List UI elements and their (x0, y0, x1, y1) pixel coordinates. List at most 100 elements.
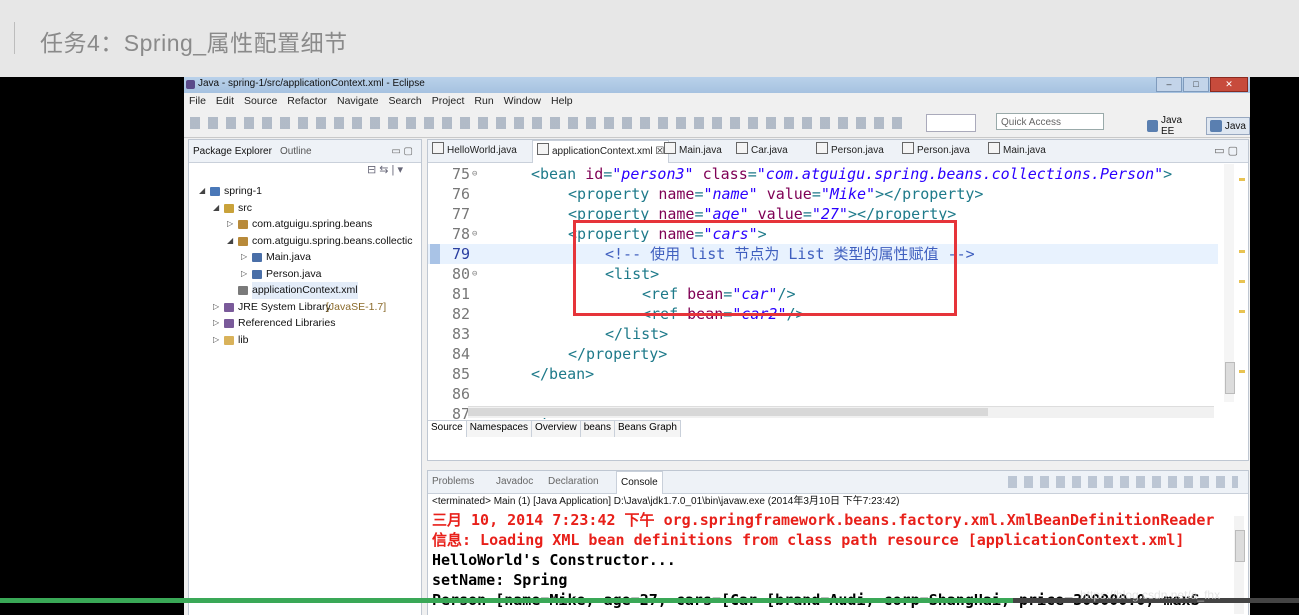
tab-console[interactable]: Console (616, 471, 663, 494)
java-file-icon (902, 142, 914, 154)
line-number: 80 (451, 265, 470, 283)
tab-package-explorer[interactable]: Package Explorer (193, 146, 272, 157)
code-token: /> (777, 285, 796, 303)
code-token: ></property> (875, 185, 984, 203)
code-line: 84 </property> (428, 344, 1218, 364)
code-line: 81 <ref bean="car"/> (428, 284, 1218, 304)
code-token: = (723, 305, 733, 323)
collapsed-arrow-icon[interactable]: ▷ (227, 216, 233, 233)
view-toolbar-icons[interactable]: ⊟ ⇆ | ▾ (189, 163, 421, 183)
perspective-java[interactable]: Java (1205, 117, 1250, 135)
editor-tab[interactable]: Main.java (664, 140, 722, 162)
menu-item-search[interactable]: Search (388, 93, 421, 109)
editor-tab[interactable]: HelloWorld.java (432, 140, 517, 162)
fold-icon[interactable]: ⊖ (472, 224, 477, 244)
eclipse-app-icon (186, 80, 195, 89)
tree-item-label: Main.java (266, 251, 311, 263)
editor-vertical-scrollbar[interactable] (1224, 164, 1235, 402)
menu-item-source[interactable]: Source (244, 93, 277, 109)
tree-item-label: src (238, 201, 252, 214)
main-toolbar: Quick Access Java EE Java (184, 109, 1250, 138)
editor-tab[interactable]: Car.java (736, 140, 788, 162)
close-button[interactable]: ✕ (1210, 77, 1248, 92)
tree-item[interactable]: ◢ src (189, 200, 421, 217)
code-token: id (585, 165, 604, 183)
code-text: </list> (605, 324, 668, 344)
collapsed-arrow-icon[interactable]: ▷ (241, 266, 247, 283)
maximize-button[interactable]: □ (1183, 77, 1209, 92)
menu-item-help[interactable]: Help (551, 93, 573, 109)
editor-page-tab-beans-graph[interactable]: Beans Graph (614, 421, 681, 437)
expanded-arrow-icon[interactable]: ◢ (199, 183, 205, 200)
code-line: 78 ⊖ <property name="cars"> (428, 224, 1218, 244)
xml-editor: ▭ ▢ HelloWorld.java applicationContext.xm… (427, 139, 1249, 461)
code-line: 83 </list> (428, 324, 1218, 344)
editor-tab[interactable]: Person.java (902, 140, 970, 162)
expanded-arrow-icon[interactable]: ◢ (227, 233, 233, 250)
editor-tab-label: Car.java (751, 145, 788, 156)
menu-item-file[interactable]: File (189, 93, 206, 109)
fold-icon[interactable]: ⊖ (472, 264, 477, 284)
tree-item[interactable]: ▷ Main.java (189, 249, 421, 266)
toolbar-icons[interactable] (190, 117, 910, 129)
console-toolbar-icons[interactable] (1008, 476, 1238, 488)
tree-item[interactable]: ◢ com.atguigu.spring.beans.collectic (189, 233, 421, 250)
editor-minmax-icons[interactable]: ▭ ▢ (1214, 144, 1238, 157)
tree-item[interactable]: applicationContext.xml (189, 282, 421, 299)
library-icon (224, 302, 234, 312)
code-token: "car2" (732, 305, 787, 323)
tree-item[interactable]: ▷ lib (189, 332, 421, 349)
menu-item-navigate[interactable]: Navigate (337, 93, 378, 109)
editor-tab-label: applicationContext.xml (552, 146, 653, 157)
close-tab-icon[interactable]: ☒ (653, 146, 664, 157)
collapsed-arrow-icon[interactable]: ▷ (213, 332, 219, 349)
tree-item[interactable]: ▷ Referenced Libraries (189, 315, 421, 332)
code-line: 85 </bean> (428, 364, 1218, 384)
code-line: 82 <ref bean="car2"/> (428, 304, 1218, 324)
collapsed-arrow-icon[interactable]: ▷ (241, 249, 247, 266)
code-text: <list> (605, 264, 659, 284)
line-number: 86 (451, 385, 470, 403)
editor-page-tab-namespaces[interactable]: Namespaces (466, 421, 533, 437)
perspective-java-ee[interactable]: Java EE (1144, 113, 1198, 139)
quick-access-input[interactable]: Quick Access (996, 113, 1104, 130)
tree-item[interactable]: ▷ JRE System Library [JavaSE-1.7] (189, 299, 421, 316)
code-token: "person3" (612, 165, 694, 183)
code-text: </bean> (531, 364, 594, 384)
editor-tab[interactable]: Person.java (816, 140, 884, 162)
collapsed-arrow-icon[interactable]: ▷ (213, 299, 219, 316)
toolbar-combo[interactable] (926, 114, 976, 132)
tree-item[interactable]: ◢ spring-1 (189, 183, 421, 200)
tree-item[interactable]: ▷ com.atguigu.spring.beans (189, 216, 421, 233)
minimize-button[interactable]: – (1156, 77, 1182, 92)
package-explorer: Package Explorer Outline ▭ ▢ ⊟ ⇆ | ▾ ◢ sp… (188, 139, 422, 615)
editor-page-tab-beans[interactable]: beans (580, 421, 615, 437)
code-token: class (702, 165, 748, 183)
collapsed-arrow-icon[interactable]: ▷ (213, 315, 219, 332)
tab-javadoc[interactable]: Javadoc (496, 471, 533, 493)
code-area[interactable]: 75 ⊖ <bean id="person3" class="com.atguigu… (428, 164, 1218, 423)
header-divider (14, 22, 15, 54)
editor-horizontal-scrollbar[interactable] (468, 406, 1214, 418)
editor-tab[interactable]: applicationContext.xml ☒ (532, 140, 670, 163)
menu-item-edit[interactable]: Edit (216, 93, 234, 109)
editor-tab[interactable]: Main.java (988, 140, 1046, 162)
menu-item-window[interactable]: Window (504, 93, 541, 109)
java-file-icon (252, 253, 262, 262)
perspective-icon (1147, 120, 1158, 132)
tab-problems[interactable]: Problems (432, 471, 474, 493)
editor-page-tab-overview[interactable]: Overview (532, 421, 581, 437)
menu-item-run[interactable]: Run (474, 93, 493, 109)
tree-item[interactable]: ▷ Person.java (189, 266, 421, 283)
console-line: 信息: Loading XML bean definitions from cl… (432, 531, 1185, 549)
tab-declaration[interactable]: Declaration (548, 471, 599, 493)
editor-page-tab-source[interactable]: Source (428, 421, 467, 437)
view-minmax-icons[interactable]: ▭ ▢ (391, 146, 413, 157)
menu-item-refactor[interactable]: Refactor (287, 93, 327, 109)
overview-ruler (1238, 170, 1246, 400)
tab-outline[interactable]: Outline (280, 146, 312, 157)
menu-item-project[interactable]: Project (432, 93, 465, 109)
expanded-arrow-icon[interactable]: ◢ (213, 200, 219, 217)
fold-icon[interactable]: ⊖ (472, 164, 477, 184)
